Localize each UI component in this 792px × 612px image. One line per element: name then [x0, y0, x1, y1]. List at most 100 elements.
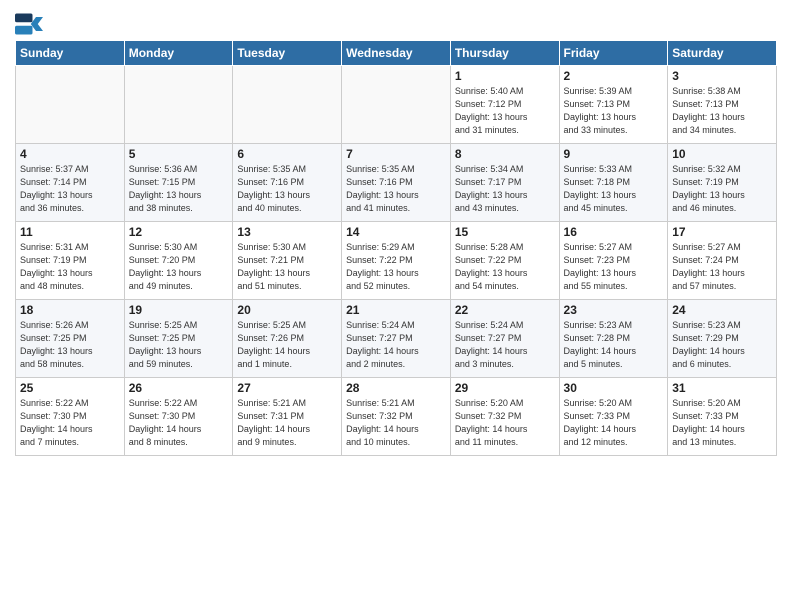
day-cell: 5Sunrise: 5:36 AM Sunset: 7:15 PM Daylig…	[124, 144, 233, 222]
day-cell: 7Sunrise: 5:35 AM Sunset: 7:16 PM Daylig…	[342, 144, 451, 222]
day-number: 4	[20, 147, 120, 161]
logo-icon	[15, 10, 43, 38]
day-number: 18	[20, 303, 120, 317]
day-number: 5	[129, 147, 229, 161]
day-number: 28	[346, 381, 446, 395]
day-number: 30	[564, 381, 664, 395]
day-cell: 26 Sunrise: 5:22 AM Sunset: 7:30 PM Dayli…	[124, 378, 233, 456]
day-info: Sunrise: 5:31 AM Sunset: 7:19 PM Dayligh…	[20, 241, 120, 293]
day-number: 15	[455, 225, 555, 239]
day-number: 25	[20, 381, 120, 395]
day-cell: 21Sunrise: 5:24 AM Sunset: 7:27 PM Dayli…	[342, 300, 451, 378]
day-cell: 18Sunrise: 5:26 AM Sunset: 7:25 PM Dayli…	[16, 300, 125, 378]
day-info: Sunrise: 5:23 AM Sunset: 7:28 PM Dayligh…	[564, 319, 664, 371]
page: SundayMondayTuesdayWednesdayThursdayFrid…	[0, 0, 792, 466]
day-cell: 31 Sunrise: 5:20 AM Sunset: 7:33 PM Dayli…	[668, 378, 777, 456]
day-number: 20	[237, 303, 337, 317]
day-number: 31	[672, 381, 772, 395]
header-cell-saturday: Saturday	[668, 41, 777, 66]
day-number: 19	[129, 303, 229, 317]
day-cell: 11 Sunrise: 5:31 AM Sunset: 7:19 PM Dayli…	[16, 222, 125, 300]
day-info: Sunrise: 5:28 AM Sunset: 7:22 PM Dayligh…	[455, 241, 555, 293]
day-cell	[16, 66, 125, 144]
day-number: 29	[455, 381, 555, 395]
day-cell: 30 Sunrise: 5:20 AM Sunset: 7:33 PM Dayli…	[559, 378, 668, 456]
day-cell: 12 Sunrise: 5:30 AM Sunset: 7:20 PM Dayli…	[124, 222, 233, 300]
day-number: 12	[129, 225, 229, 239]
day-cell	[233, 66, 342, 144]
day-info: Sunrise: 5:27 AM Sunset: 7:23 PM Dayligh…	[564, 241, 664, 293]
day-info: Sunrise: 5:23 AM Sunset: 7:29 PM Dayligh…	[672, 319, 772, 371]
day-cell: 4Sunrise: 5:37 AM Sunset: 7:14 PM Daylig…	[16, 144, 125, 222]
day-info: Sunrise: 5:21 AM Sunset: 7:31 PM Dayligh…	[237, 397, 337, 449]
day-number: 24	[672, 303, 772, 317]
day-cell: 29 Sunrise: 5:20 AM Sunset: 7:32 PM Dayli…	[450, 378, 559, 456]
day-info: Sunrise: 5:38 AM Sunset: 7:13 PM Dayligh…	[672, 85, 772, 137]
header-cell-monday: Monday	[124, 41, 233, 66]
header-cell-sunday: Sunday	[16, 41, 125, 66]
day-cell: 17 Sunrise: 5:27 AM Sunset: 7:24 PM Dayli…	[668, 222, 777, 300]
day-number: 13	[237, 225, 337, 239]
day-cell: 22Sunrise: 5:24 AM Sunset: 7:27 PM Dayli…	[450, 300, 559, 378]
day-number: 8	[455, 147, 555, 161]
day-info: Sunrise: 5:24 AM Sunset: 7:27 PM Dayligh…	[346, 319, 446, 371]
day-number: 27	[237, 381, 337, 395]
day-cell: 10 Sunrise: 5:32 AM Sunset: 7:19 PM Dayli…	[668, 144, 777, 222]
day-info: Sunrise: 5:33 AM Sunset: 7:18 PM Dayligh…	[564, 163, 664, 215]
day-info: Sunrise: 5:20 AM Sunset: 7:33 PM Dayligh…	[564, 397, 664, 449]
day-number: 6	[237, 147, 337, 161]
day-info: Sunrise: 5:25 AM Sunset: 7:25 PM Dayligh…	[129, 319, 229, 371]
day-info: Sunrise: 5:29 AM Sunset: 7:22 PM Dayligh…	[346, 241, 446, 293]
day-cell: 14 Sunrise: 5:29 AM Sunset: 7:22 PM Dayli…	[342, 222, 451, 300]
day-cell: 23 Sunrise: 5:23 AM Sunset: 7:28 PM Dayli…	[559, 300, 668, 378]
day-number: 7	[346, 147, 446, 161]
day-number: 16	[564, 225, 664, 239]
day-cell: 6Sunrise: 5:35 AM Sunset: 7:16 PM Daylig…	[233, 144, 342, 222]
header-cell-friday: Friday	[559, 41, 668, 66]
day-info: Sunrise: 5:21 AM Sunset: 7:32 PM Dayligh…	[346, 397, 446, 449]
week-row-5: 25 Sunrise: 5:22 AM Sunset: 7:30 PM Dayli…	[16, 378, 777, 456]
day-number: 23	[564, 303, 664, 317]
header	[15, 10, 777, 38]
day-info: Sunrise: 5:40 AM Sunset: 7:12 PM Dayligh…	[455, 85, 555, 137]
header-cell-wednesday: Wednesday	[342, 41, 451, 66]
day-info: Sunrise: 5:22 AM Sunset: 7:30 PM Dayligh…	[129, 397, 229, 449]
day-number: 2	[564, 69, 664, 83]
day-number: 14	[346, 225, 446, 239]
day-cell: 8 Sunrise: 5:34 AM Sunset: 7:17 PM Daylig…	[450, 144, 559, 222]
day-number: 10	[672, 147, 772, 161]
day-cell: 28 Sunrise: 5:21 AM Sunset: 7:32 PM Dayli…	[342, 378, 451, 456]
day-cell: 2Sunrise: 5:39 AM Sunset: 7:13 PM Daylig…	[559, 66, 668, 144]
week-row-1: 1 Sunrise: 5:40 AM Sunset: 7:12 PM Daylig…	[16, 66, 777, 144]
day-info: Sunrise: 5:30 AM Sunset: 7:21 PM Dayligh…	[237, 241, 337, 293]
day-cell: 27 Sunrise: 5:21 AM Sunset: 7:31 PM Dayli…	[233, 378, 342, 456]
day-cell: 25 Sunrise: 5:22 AM Sunset: 7:30 PM Dayli…	[16, 378, 125, 456]
day-info: Sunrise: 5:20 AM Sunset: 7:32 PM Dayligh…	[455, 397, 555, 449]
day-info: Sunrise: 5:22 AM Sunset: 7:30 PM Dayligh…	[20, 397, 120, 449]
day-info: Sunrise: 5:30 AM Sunset: 7:20 PM Dayligh…	[129, 241, 229, 293]
calendar-table: SundayMondayTuesdayWednesdayThursdayFrid…	[15, 40, 777, 456]
day-number: 9	[564, 147, 664, 161]
day-info: Sunrise: 5:24 AM Sunset: 7:27 PM Dayligh…	[455, 319, 555, 371]
day-number: 1	[455, 69, 555, 83]
day-cell: 15 Sunrise: 5:28 AM Sunset: 7:22 PM Dayli…	[450, 222, 559, 300]
day-info: Sunrise: 5:32 AM Sunset: 7:19 PM Dayligh…	[672, 163, 772, 215]
day-cell	[342, 66, 451, 144]
day-info: Sunrise: 5:20 AM Sunset: 7:33 PM Dayligh…	[672, 397, 772, 449]
header-cell-tuesday: Tuesday	[233, 41, 342, 66]
day-cell	[124, 66, 233, 144]
day-cell: 13 Sunrise: 5:30 AM Sunset: 7:21 PM Dayli…	[233, 222, 342, 300]
day-number: 3	[672, 69, 772, 83]
day-cell: 3 Sunrise: 5:38 AM Sunset: 7:13 PM Daylig…	[668, 66, 777, 144]
logo	[15, 10, 47, 38]
header-cell-thursday: Thursday	[450, 41, 559, 66]
day-cell: 20Sunrise: 5:25 AM Sunset: 7:26 PM Dayli…	[233, 300, 342, 378]
day-number: 11	[20, 225, 120, 239]
day-number: 26	[129, 381, 229, 395]
day-cell: 24 Sunrise: 5:23 AM Sunset: 7:29 PM Dayli…	[668, 300, 777, 378]
day-info: Sunrise: 5:34 AM Sunset: 7:17 PM Dayligh…	[455, 163, 555, 215]
header-row: SundayMondayTuesdayWednesdayThursdayFrid…	[16, 41, 777, 66]
day-cell: 19 Sunrise: 5:25 AM Sunset: 7:25 PM Dayli…	[124, 300, 233, 378]
day-number: 17	[672, 225, 772, 239]
day-info: Sunrise: 5:27 AM Sunset: 7:24 PM Dayligh…	[672, 241, 772, 293]
